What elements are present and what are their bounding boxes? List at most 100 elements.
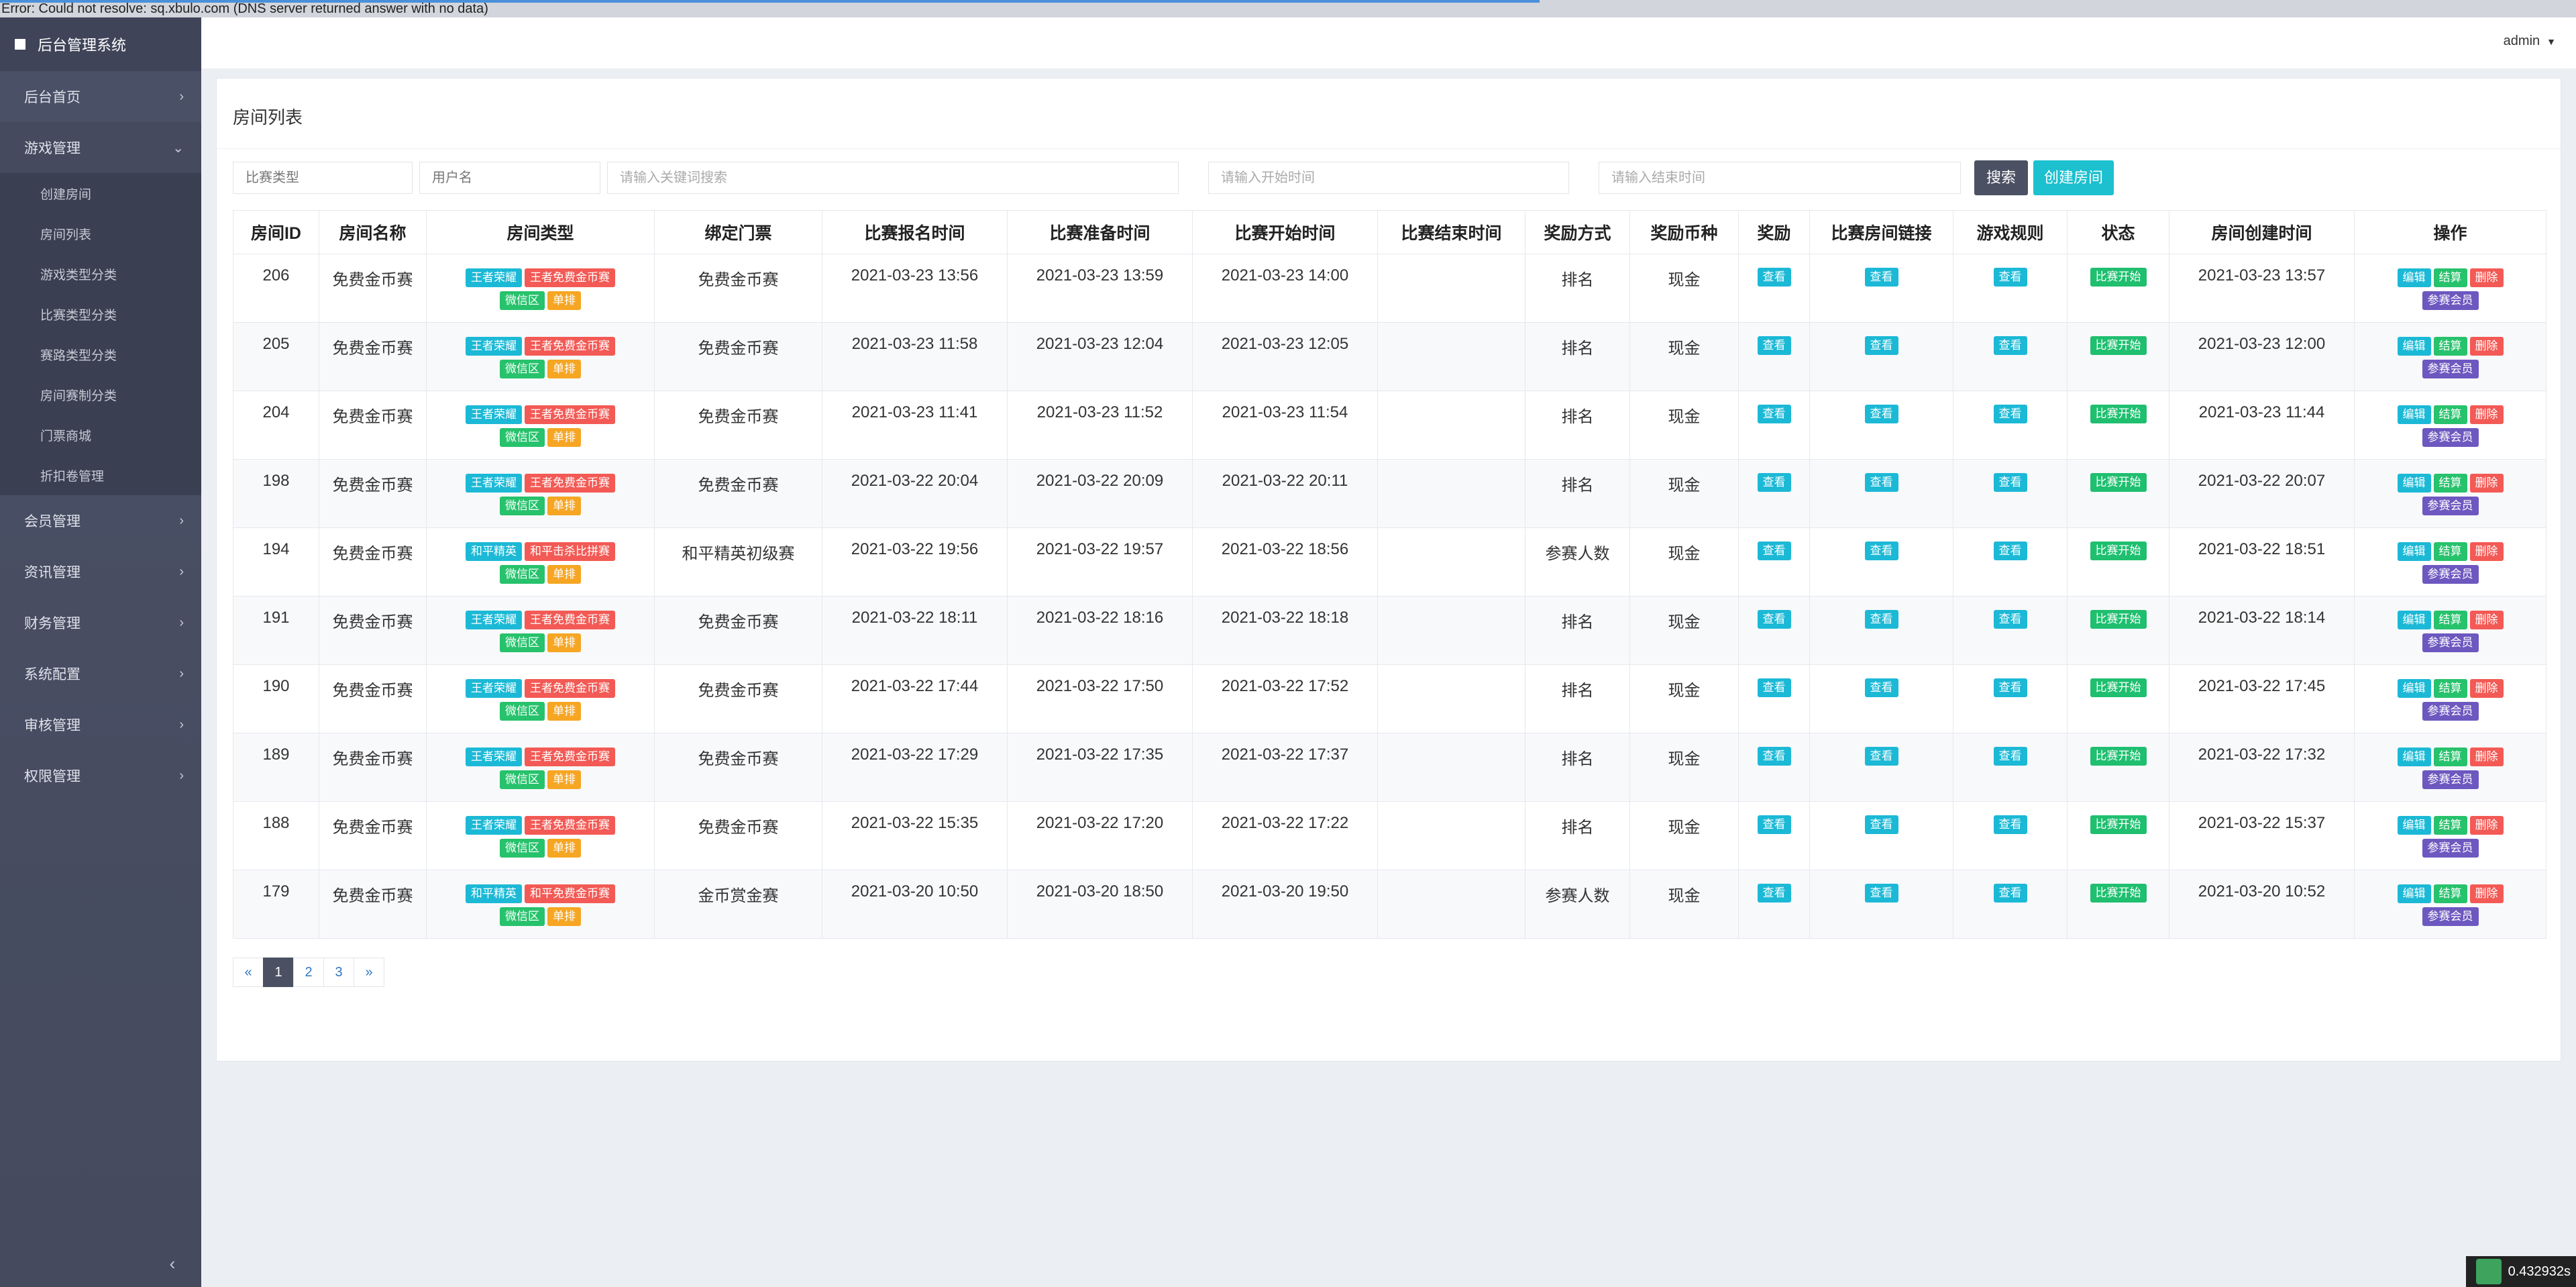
create-room-button[interactable]: 创建房间 [2033, 160, 2114, 195]
link-view-button[interactable]: 查看 [1864, 268, 1898, 287]
delete-button[interactable]: 删除 [2469, 405, 2504, 424]
user-menu[interactable]: admin ▼ [2504, 34, 2556, 49]
members-button[interactable]: 参赛会员 [2422, 360, 2479, 378]
sidebar-item-6[interactable]: 审核管理 › [0, 699, 201, 750]
settle-button[interactable]: 结算 [2433, 884, 2467, 903]
sidebar-subitem-3[interactable]: 比赛类型分类 [0, 294, 201, 334]
rules-view-button[interactable]: 查看 [1993, 542, 2027, 560]
settle-button[interactable]: 结算 [2433, 611, 2467, 629]
status-badge[interactable]: 比赛开始 [2090, 542, 2147, 560]
link-view-button[interactable]: 查看 [1864, 542, 1898, 560]
reward-view-button[interactable]: 查看 [1757, 747, 1791, 766]
link-view-button[interactable]: 查看 [1864, 884, 1898, 903]
members-button[interactable]: 参赛会员 [2422, 291, 2479, 310]
delete-button[interactable]: 删除 [2469, 884, 2504, 903]
sidebar-subitem-5[interactable]: 房间赛制分类 [0, 374, 201, 415]
edit-button[interactable]: 编辑 [2397, 611, 2431, 629]
delete-button[interactable]: 删除 [2469, 542, 2504, 561]
edit-button[interactable]: 编辑 [2397, 474, 2431, 493]
settle-button[interactable]: 结算 [2433, 268, 2467, 287]
start-time-input[interactable]: 请输入开始时间 [1208, 162, 1569, 194]
pagination-prev[interactable]: « [233, 958, 264, 987]
rules-view-button[interactable]: 查看 [1993, 815, 2027, 834]
sidebar-item-4[interactable]: 财务管理 › [0, 597, 201, 648]
link-view-button[interactable]: 查看 [1864, 473, 1898, 492]
edit-button[interactable]: 编辑 [2397, 679, 2431, 698]
sidebar-subitem-6[interactable]: 门票商城 [0, 415, 201, 455]
settle-button[interactable]: 结算 [2433, 474, 2467, 493]
end-time-input[interactable]: 请输入结束时间 [1599, 162, 1961, 194]
reward-view-button[interactable]: 查看 [1757, 815, 1791, 834]
rules-view-button[interactable]: 查看 [1993, 336, 2027, 355]
settle-button[interactable]: 结算 [2433, 542, 2467, 561]
members-button[interactable]: 参赛会员 [2422, 770, 2479, 789]
members-button[interactable]: 参赛会员 [2422, 497, 2479, 515]
members-button[interactable]: 参赛会员 [2422, 565, 2479, 584]
sidebar-collapse-icon[interactable]: ‹ [161, 1252, 184, 1275]
delete-button[interactable]: 删除 [2469, 748, 2504, 766]
edit-button[interactable]: 编辑 [2397, 405, 2431, 424]
delete-button[interactable]: 删除 [2469, 268, 2504, 287]
settle-button[interactable]: 结算 [2433, 679, 2467, 698]
rules-view-button[interactable]: 查看 [1993, 405, 2027, 423]
rules-view-button[interactable]: 查看 [1993, 610, 2027, 629]
link-view-button[interactable]: 查看 [1864, 336, 1898, 355]
brand[interactable]: 后台管理系统 [0, 17, 201, 71]
link-view-button[interactable]: 查看 [1864, 678, 1898, 697]
edit-button[interactable]: 编辑 [2397, 542, 2431, 561]
reward-view-button[interactable]: 查看 [1757, 678, 1791, 697]
match-type-select[interactable]: 比赛类型 [233, 162, 413, 194]
members-button[interactable]: 参赛会员 [2422, 702, 2479, 721]
link-view-button[interactable]: 查看 [1864, 610, 1898, 629]
settle-button[interactable]: 结算 [2433, 405, 2467, 424]
status-badge[interactable]: 比赛开始 [2090, 815, 2147, 834]
rules-view-button[interactable]: 查看 [1993, 473, 2027, 492]
sidebar-item-0[interactable]: 后台首页 › [0, 71, 201, 122]
members-button[interactable]: 参赛会员 [2422, 839, 2479, 858]
edit-button[interactable]: 编辑 [2397, 337, 2431, 356]
edit-button[interactable]: 编辑 [2397, 884, 2431, 903]
status-badge[interactable]: 比赛开始 [2090, 268, 2147, 287]
pagination-page[interactable]: 3 [323, 958, 354, 987]
delete-button[interactable]: 删除 [2469, 474, 2504, 493]
status-badge[interactable]: 比赛开始 [2090, 884, 2147, 903]
status-badge[interactable]: 比赛开始 [2090, 473, 2147, 492]
sidebar-item-1[interactable]: 游戏管理 ⌄ [0, 122, 201, 173]
sidebar-subitem-1[interactable]: 房间列表 [0, 213, 201, 254]
settle-button[interactable]: 结算 [2433, 816, 2467, 835]
members-button[interactable]: 参赛会员 [2422, 428, 2479, 447]
reward-view-button[interactable]: 查看 [1757, 268, 1791, 287]
edit-button[interactable]: 编辑 [2397, 816, 2431, 835]
link-view-button[interactable]: 查看 [1864, 747, 1898, 766]
rules-view-button[interactable]: 查看 [1993, 268, 2027, 287]
sidebar-item-5[interactable]: 系统配置 › [0, 648, 201, 699]
status-badge[interactable]: 比赛开始 [2090, 678, 2147, 697]
rules-view-button[interactable]: 查看 [1993, 678, 2027, 697]
sidebar-item-2[interactable]: 会员管理 › [0, 495, 201, 546]
sidebar-subitem-2[interactable]: 游戏类型分类 [0, 254, 201, 294]
search-button[interactable]: 搜索 [1974, 160, 2028, 195]
sidebar-subitem-7[interactable]: 折扣卷管理 [0, 455, 201, 495]
reward-view-button[interactable]: 查看 [1757, 542, 1791, 560]
reward-view-button[interactable]: 查看 [1757, 405, 1791, 423]
delete-button[interactable]: 删除 [2469, 611, 2504, 629]
sidebar-item-3[interactable]: 资讯管理 › [0, 546, 201, 597]
reward-view-button[interactable]: 查看 [1757, 336, 1791, 355]
delete-button[interactable]: 删除 [2469, 679, 2504, 698]
status-badge[interactable]: 比赛开始 [2090, 336, 2147, 355]
rules-view-button[interactable]: 查看 [1993, 747, 2027, 766]
status-badge[interactable]: 比赛开始 [2090, 405, 2147, 423]
pagination-page[interactable]: 1 [263, 958, 294, 987]
delete-button[interactable]: 删除 [2469, 337, 2504, 356]
edit-button[interactable]: 编辑 [2397, 748, 2431, 766]
delete-button[interactable]: 删除 [2469, 816, 2504, 835]
members-button[interactable]: 参赛会员 [2422, 633, 2479, 652]
pagination-next[interactable]: » [354, 958, 384, 987]
sidebar-item-7[interactable]: 权限管理 › [0, 750, 201, 801]
status-badge[interactable]: 比赛开始 [2090, 610, 2147, 629]
reward-view-button[interactable]: 查看 [1757, 610, 1791, 629]
reward-view-button[interactable]: 查看 [1757, 884, 1791, 903]
link-view-button[interactable]: 查看 [1864, 405, 1898, 423]
settle-button[interactable]: 结算 [2433, 748, 2467, 766]
link-view-button[interactable]: 查看 [1864, 815, 1898, 834]
